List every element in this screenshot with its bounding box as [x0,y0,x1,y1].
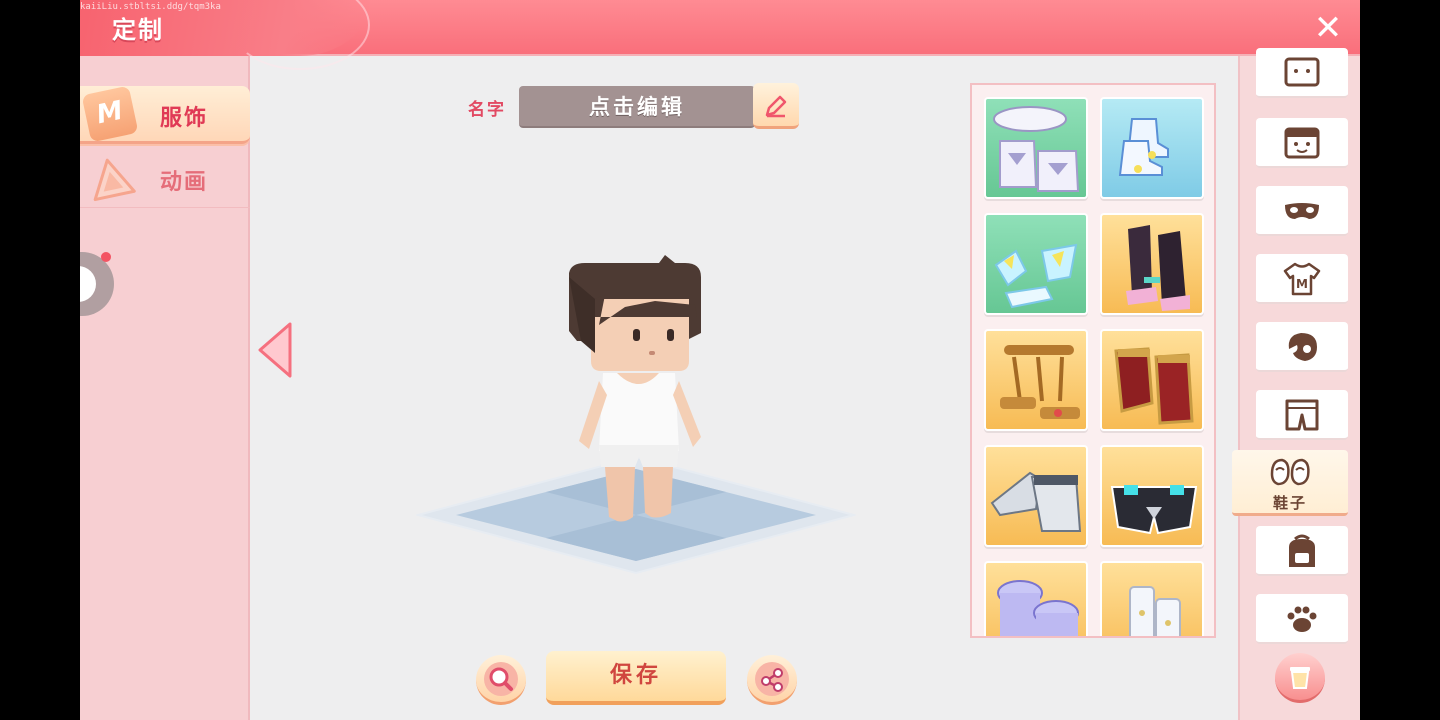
red-boots-icon [1114,347,1194,425]
dark-boots-icon [1126,225,1190,311]
tab-clothing[interactable]: M 服饰 [80,85,250,144]
category-hair[interactable] [1256,322,1348,372]
category-panel: M 鞋子 [1232,48,1360,720]
item-collar-boots[interactable] [984,97,1088,199]
edit-name-button[interactable] [753,83,799,129]
silver-boots-icon [990,471,1082,532]
shirt-m-icon: M [81,85,139,143]
customize-screen: kaiiLiu.stbltsi.ddg/tqm3ka 定制 ✕ M 服饰 动画 … [80,0,1360,720]
category-shoes[interactable]: 鞋子 [1232,450,1348,516]
item-white-boots[interactable] [1100,561,1204,636]
gold-sandals-icon [1000,345,1080,419]
search-icon [489,667,513,691]
close-button[interactable]: ✕ [1308,8,1348,48]
tab-animation[interactable]: 动画 [80,150,250,208]
category-pants[interactable] [1256,390,1348,440]
category-shoes-label: 鞋子 [1272,494,1307,512]
category-face[interactable] [1256,118,1348,168]
cyber-shoes-icon [1110,485,1198,535]
shoes-icon [1270,458,1310,486]
item-red-boots[interactable] [1100,329,1204,431]
page-title: 定制 [112,16,164,44]
item-purple-boots[interactable] [984,561,1088,636]
paw-icon [1287,606,1317,632]
header-bar: kaiiLiu.stbltsi.ddg/tqm3ka 定制 ✕ [80,0,1360,70]
collar-boots-icon [993,106,1080,192]
shirt-icon: M [1283,262,1321,296]
tab-clothing-label: 服饰 [160,106,209,131]
header-arc-decoration [230,0,370,70]
item-dark-boots[interactable] [1100,213,1204,315]
face-top-icon [1284,57,1320,87]
butterfly-shoes-icon [994,243,1078,309]
mask-icon [1285,203,1319,219]
hair-icon [1288,333,1317,361]
backpack-icon [1289,534,1315,567]
item-grid-panel [970,83,1216,638]
white-boots-icon [1129,586,1181,636]
trash-icon [1290,667,1310,689]
category-face-top[interactable] [1256,48,1348,98]
assist-ball-knob [80,266,96,302]
category-shirt[interactable]: M [1256,254,1348,304]
category-mask[interactable] [1256,186,1348,236]
category-backpack[interactable] [1256,526,1348,576]
item-blue-sneakers[interactable] [1100,97,1204,199]
pencil-icon [765,95,787,118]
tab-animation-label: 动画 [160,170,209,195]
item-butterfly-shoes[interactable] [984,213,1088,315]
name-input[interactable]: 点击编辑 [519,86,755,128]
delete-button[interactable] [1275,653,1325,703]
svg-text:M: M [1296,277,1308,291]
pants-icon [1285,399,1319,431]
previous-arrow-icon[interactable] [254,320,294,380]
share-icon [761,668,783,692]
face-icon [1284,127,1320,159]
item-gold-sandals[interactable] [984,329,1088,431]
notification-dot [101,252,111,262]
character-avatar [569,255,701,522]
save-button[interactable]: 保存 [546,651,726,705]
purple-boots-icon [997,580,1079,636]
category-pet[interactable] [1256,594,1348,644]
item-cyber-shoes[interactable] [1100,445,1204,547]
triangle-icon [82,150,139,207]
share-button[interactable] [747,655,797,705]
blue-sneakers-icon [1118,118,1169,176]
preview-search-button[interactable] [476,655,526,705]
left-tab-panel: M 服饰 动画 [80,56,250,720]
name-label: 名字 [468,100,506,120]
item-silver-boots[interactable] [984,445,1088,547]
